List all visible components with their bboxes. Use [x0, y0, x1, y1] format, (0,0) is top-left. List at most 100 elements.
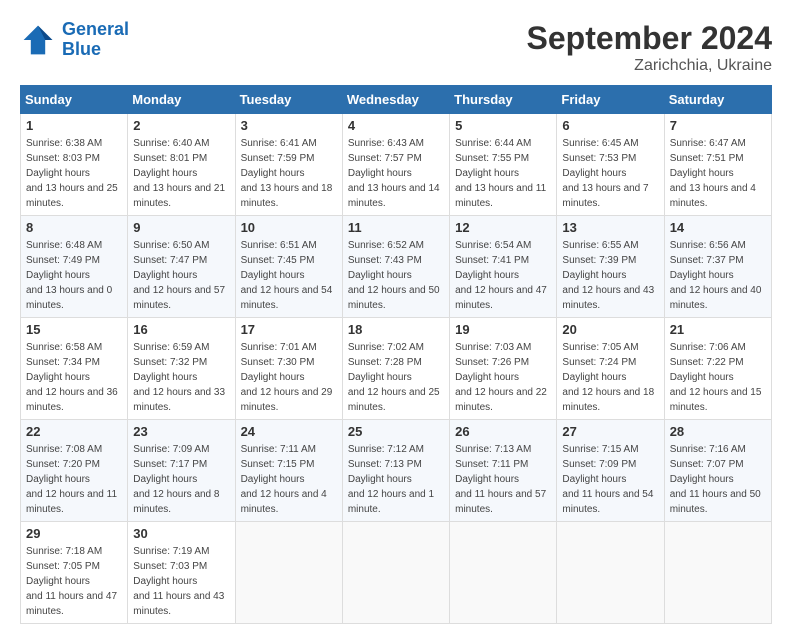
header-row: Sunday Monday Tuesday Wednesday Thursday…: [21, 86, 772, 114]
page-header: General Blue September 2024 Zarichchia, …: [20, 20, 772, 75]
table-row: 25 Sunrise: 7:12 AM Sunset: 7:13 PM Dayl…: [342, 420, 449, 522]
table-row: 12 Sunrise: 6:54 AM Sunset: 7:41 PM Dayl…: [450, 216, 557, 318]
day-info: Sunrise: 6:55 AM Sunset: 7:39 PM Dayligh…: [562, 238, 658, 313]
day-number: 8: [26, 220, 122, 235]
day-number: 13: [562, 220, 658, 235]
day-number: 26: [455, 424, 551, 439]
day-number: 22: [26, 424, 122, 439]
day-number: 3: [241, 118, 337, 133]
calendar-week: 15 Sunrise: 6:58 AM Sunset: 7:34 PM Dayl…: [21, 318, 772, 420]
day-number: 9: [133, 220, 229, 235]
table-row: 10 Sunrise: 6:51 AM Sunset: 7:45 PM Dayl…: [235, 216, 342, 318]
day-number: 25: [348, 424, 444, 439]
day-info: Sunrise: 6:56 AM Sunset: 7:37 PM Dayligh…: [670, 238, 766, 313]
table-row: 3 Sunrise: 6:41 AM Sunset: 7:59 PM Dayli…: [235, 114, 342, 216]
day-info: Sunrise: 7:06 AM Sunset: 7:22 PM Dayligh…: [670, 340, 766, 415]
month-title: September 2024: [527, 20, 772, 57]
table-row: 11 Sunrise: 6:52 AM Sunset: 7:43 PM Dayl…: [342, 216, 449, 318]
table-row: [235, 522, 342, 624]
day-number: 30: [133, 526, 229, 541]
table-row: 17 Sunrise: 7:01 AM Sunset: 7:30 PM Dayl…: [235, 318, 342, 420]
table-row: 21 Sunrise: 7:06 AM Sunset: 7:22 PM Dayl…: [664, 318, 771, 420]
table-row: 1 Sunrise: 6:38 AM Sunset: 8:03 PM Dayli…: [21, 114, 128, 216]
day-info: Sunrise: 6:48 AM Sunset: 7:49 PM Dayligh…: [26, 238, 122, 313]
day-info: Sunrise: 7:13 AM Sunset: 7:11 PM Dayligh…: [455, 442, 551, 517]
day-number: 18: [348, 322, 444, 337]
title-block: September 2024 Zarichchia, Ukraine: [527, 20, 772, 75]
day-info: Sunrise: 6:54 AM Sunset: 7:41 PM Dayligh…: [455, 238, 551, 313]
table-row: 18 Sunrise: 7:02 AM Sunset: 7:28 PM Dayl…: [342, 318, 449, 420]
day-number: 7: [670, 118, 766, 133]
day-number: 10: [241, 220, 337, 235]
table-row: 26 Sunrise: 7:13 AM Sunset: 7:11 PM Dayl…: [450, 420, 557, 522]
day-info: Sunrise: 6:43 AM Sunset: 7:57 PM Dayligh…: [348, 136, 444, 211]
day-number: 12: [455, 220, 551, 235]
day-number: 5: [455, 118, 551, 133]
day-number: 27: [562, 424, 658, 439]
table-row: 16 Sunrise: 6:59 AM Sunset: 7:32 PM Dayl…: [128, 318, 235, 420]
day-info: Sunrise: 7:12 AM Sunset: 7:13 PM Dayligh…: [348, 442, 444, 517]
day-info: Sunrise: 6:51 AM Sunset: 7:45 PM Dayligh…: [241, 238, 337, 313]
day-info: Sunrise: 7:08 AM Sunset: 7:20 PM Dayligh…: [26, 442, 122, 517]
day-info: Sunrise: 6:45 AM Sunset: 7:53 PM Dayligh…: [562, 136, 658, 211]
day-info: Sunrise: 7:11 AM Sunset: 7:15 PM Dayligh…: [241, 442, 337, 517]
day-info: Sunrise: 7:01 AM Sunset: 7:30 PM Dayligh…: [241, 340, 337, 415]
day-info: Sunrise: 6:50 AM Sunset: 7:47 PM Dayligh…: [133, 238, 229, 313]
table-row: [342, 522, 449, 624]
day-info: Sunrise: 7:09 AM Sunset: 7:17 PM Dayligh…: [133, 442, 229, 517]
logo-icon: [20, 22, 56, 58]
col-thursday: Thursday: [450, 86, 557, 114]
day-info: Sunrise: 7:19 AM Sunset: 7:03 PM Dayligh…: [133, 544, 229, 619]
day-number: 14: [670, 220, 766, 235]
day-info: Sunrise: 6:47 AM Sunset: 7:51 PM Dayligh…: [670, 136, 766, 211]
day-number: 17: [241, 322, 337, 337]
table-row: 28 Sunrise: 7:16 AM Sunset: 7:07 PM Dayl…: [664, 420, 771, 522]
day-info: Sunrise: 6:59 AM Sunset: 7:32 PM Dayligh…: [133, 340, 229, 415]
day-number: 2: [133, 118, 229, 133]
table-row: 2 Sunrise: 6:40 AM Sunset: 8:01 PM Dayli…: [128, 114, 235, 216]
day-info: Sunrise: 6:40 AM Sunset: 8:01 PM Dayligh…: [133, 136, 229, 211]
day-number: 21: [670, 322, 766, 337]
location: Zarichchia, Ukraine: [527, 57, 772, 75]
day-info: Sunrise: 7:03 AM Sunset: 7:26 PM Dayligh…: [455, 340, 551, 415]
day-number: 1: [26, 118, 122, 133]
table-row: 4 Sunrise: 6:43 AM Sunset: 7:57 PM Dayli…: [342, 114, 449, 216]
calendar-week: 22 Sunrise: 7:08 AM Sunset: 7:20 PM Dayl…: [21, 420, 772, 522]
table-row: 6 Sunrise: 6:45 AM Sunset: 7:53 PM Dayli…: [557, 114, 664, 216]
table-row: 30 Sunrise: 7:19 AM Sunset: 7:03 PM Dayl…: [128, 522, 235, 624]
table-row: 20 Sunrise: 7:05 AM Sunset: 7:24 PM Dayl…: [557, 318, 664, 420]
table-row: [450, 522, 557, 624]
table-row: 8 Sunrise: 6:48 AM Sunset: 7:49 PM Dayli…: [21, 216, 128, 318]
day-info: Sunrise: 6:41 AM Sunset: 7:59 PM Dayligh…: [241, 136, 337, 211]
col-tuesday: Tuesday: [235, 86, 342, 114]
col-wednesday: Wednesday: [342, 86, 449, 114]
table-row: 15 Sunrise: 6:58 AM Sunset: 7:34 PM Dayl…: [21, 318, 128, 420]
day-info: Sunrise: 6:44 AM Sunset: 7:55 PM Dayligh…: [455, 136, 551, 211]
day-number: 28: [670, 424, 766, 439]
logo: General Blue: [20, 20, 129, 60]
day-number: 4: [348, 118, 444, 133]
day-info: Sunrise: 7:16 AM Sunset: 7:07 PM Dayligh…: [670, 442, 766, 517]
col-sunday: Sunday: [21, 86, 128, 114]
calendar-week: 29 Sunrise: 7:18 AM Sunset: 7:05 PM Dayl…: [21, 522, 772, 624]
table-row: 23 Sunrise: 7:09 AM Sunset: 7:17 PM Dayl…: [128, 420, 235, 522]
day-info: Sunrise: 6:58 AM Sunset: 7:34 PM Dayligh…: [26, 340, 122, 415]
day-info: Sunrise: 7:05 AM Sunset: 7:24 PM Dayligh…: [562, 340, 658, 415]
day-info: Sunrise: 7:15 AM Sunset: 7:09 PM Dayligh…: [562, 442, 658, 517]
table-row: 22 Sunrise: 7:08 AM Sunset: 7:20 PM Dayl…: [21, 420, 128, 522]
logo-line2: Blue: [62, 39, 101, 59]
day-number: 23: [133, 424, 229, 439]
day-number: 11: [348, 220, 444, 235]
day-info: Sunrise: 7:18 AM Sunset: 7:05 PM Dayligh…: [26, 544, 122, 619]
table-row: 5 Sunrise: 6:44 AM Sunset: 7:55 PM Dayli…: [450, 114, 557, 216]
col-friday: Friday: [557, 86, 664, 114]
calendar-body: 1 Sunrise: 6:38 AM Sunset: 8:03 PM Dayli…: [21, 114, 772, 624]
table-row: 9 Sunrise: 6:50 AM Sunset: 7:47 PM Dayli…: [128, 216, 235, 318]
table-row: 14 Sunrise: 6:56 AM Sunset: 7:37 PM Dayl…: [664, 216, 771, 318]
logo-line1: General: [62, 19, 129, 39]
table-row: [664, 522, 771, 624]
day-number: 16: [133, 322, 229, 337]
table-row: 27 Sunrise: 7:15 AM Sunset: 7:09 PM Dayl…: [557, 420, 664, 522]
table-row: 7 Sunrise: 6:47 AM Sunset: 7:51 PM Dayli…: [664, 114, 771, 216]
calendar-table: Sunday Monday Tuesday Wednesday Thursday…: [20, 85, 772, 624]
